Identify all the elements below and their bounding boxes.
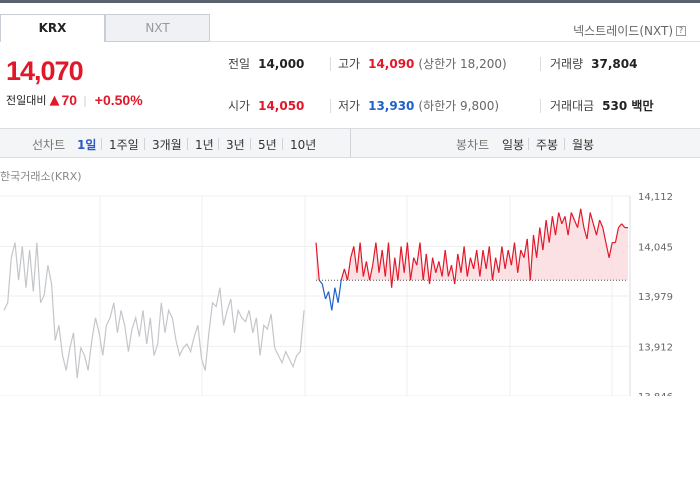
market-tabs: KRX NXT — [0, 14, 210, 42]
tab-underline — [209, 41, 700, 42]
line-chart-title: 선차트 — [32, 138, 66, 152]
stat-amount: 거래대금 530 백만 — [550, 97, 653, 114]
today-line-segment — [328, 291, 333, 311]
period-1w[interactable]: 1주일 — [109, 136, 139, 153]
price-chart[interactable]: 14,112 14,045 13,979 13,912 13,846 — [0, 186, 700, 396]
chart-title: 한국거래소(KRX) — [0, 170, 82, 183]
price-change: 전일대비 ▲ 70 | +0.50% — [6, 92, 143, 108]
candle-monthly[interactable]: 월봉 — [572, 136, 594, 153]
today-line-segment — [334, 287, 339, 303]
stat-sub: (하한가 9,800) — [418, 99, 500, 113]
candle-chart-title: 봉차트 — [456, 138, 490, 152]
stat-label: 전일 — [228, 57, 251, 71]
stat-value: 14,050 — [258, 99, 305, 113]
divider — [187, 138, 188, 150]
today-line-segment — [321, 283, 327, 300]
stat-label: 거래대금 — [550, 99, 595, 113]
y-tick-label: 14,045 — [638, 242, 673, 253]
divider — [350, 129, 351, 157]
divider: | — [83, 93, 87, 107]
stat-label: 거래량 — [550, 57, 584, 71]
period-1d[interactable]: 1일 — [77, 136, 96, 153]
change-value: 70 — [61, 92, 78, 108]
y-tick-label: 13,846 — [638, 392, 673, 396]
divider — [540, 99, 541, 113]
today-line-segment — [324, 291, 330, 300]
y-tick-label: 14,112 — [638, 192, 673, 203]
stat-label: 저가 — [338, 99, 361, 113]
tab-nxt[interactable]: NXT — [105, 14, 210, 42]
stat-label: 고가 — [338, 57, 361, 71]
stat-value: 37,804 — [591, 57, 638, 71]
y-tick-label: 13,979 — [638, 292, 673, 303]
divider — [101, 138, 102, 150]
up-arrow-icon: ▲ — [49, 92, 60, 108]
period-10y[interactable]: 10년 — [290, 136, 316, 153]
stat-high: 고가 14,090 (상한가 18,200) — [338, 55, 507, 72]
chart-svg: 14,112 14,045 13,979 13,912 13,846 — [0, 192, 673, 396]
stat-label: 시가 — [228, 99, 251, 113]
divider — [528, 138, 529, 150]
divider — [330, 99, 331, 113]
divider — [250, 138, 251, 150]
today-line-segment — [331, 287, 336, 311]
today-line-segment — [337, 280, 342, 303]
today-line-segment — [318, 279, 323, 285]
change-label: 전일대비 — [6, 94, 47, 107]
y-tick-label: 13,912 — [638, 342, 673, 353]
nxt-link-label: 넥스트레이드(NXT) — [573, 24, 673, 38]
period-5y[interactable]: 5년 — [258, 136, 277, 153]
period-1y[interactable]: 1년 — [195, 136, 214, 153]
nxt-info-link[interactable]: 넥스트레이드(NXT) ? — [573, 22, 686, 39]
divider — [218, 138, 219, 150]
tab-krx[interactable]: KRX — [0, 14, 105, 42]
divider — [282, 138, 283, 150]
stat-value: 14,000 — [258, 57, 305, 71]
stat-value: 13,930 — [368, 99, 415, 113]
divider — [330, 57, 331, 71]
stat-value: 530 백만 — [602, 99, 654, 113]
stat-low: 저가 13,930 (하한가 9,800) — [338, 97, 499, 114]
period-3m[interactable]: 3개월 — [152, 136, 182, 153]
divider — [540, 57, 541, 71]
period-3y[interactable]: 3년 — [226, 136, 245, 153]
stat-open: 시가 14,050 — [228, 97, 304, 114]
candle-daily[interactable]: 일봉 — [502, 136, 524, 153]
top-border — [0, 0, 700, 3]
candle-weekly[interactable]: 주봉 — [536, 136, 558, 153]
change-percent: +0.50% — [94, 92, 143, 108]
stat-sub: (상한가 18,200) — [418, 57, 507, 71]
divider — [144, 138, 145, 150]
help-icon[interactable]: ? — [676, 25, 686, 36]
stat-prev-close: 전일 14,000 — [228, 55, 304, 72]
stat-value: 14,090 — [368, 57, 415, 71]
period-bar: 선차트 1일 1주일 3개월 1년 3년 5년 10년 봉차트 일봉 주봉 월봉 — [0, 128, 700, 158]
divider — [564, 138, 565, 150]
previous-day-line — [3, 242, 305, 379]
stat-volume: 거래량 37,804 — [550, 55, 637, 72]
current-price: 14,070 — [6, 56, 84, 86]
